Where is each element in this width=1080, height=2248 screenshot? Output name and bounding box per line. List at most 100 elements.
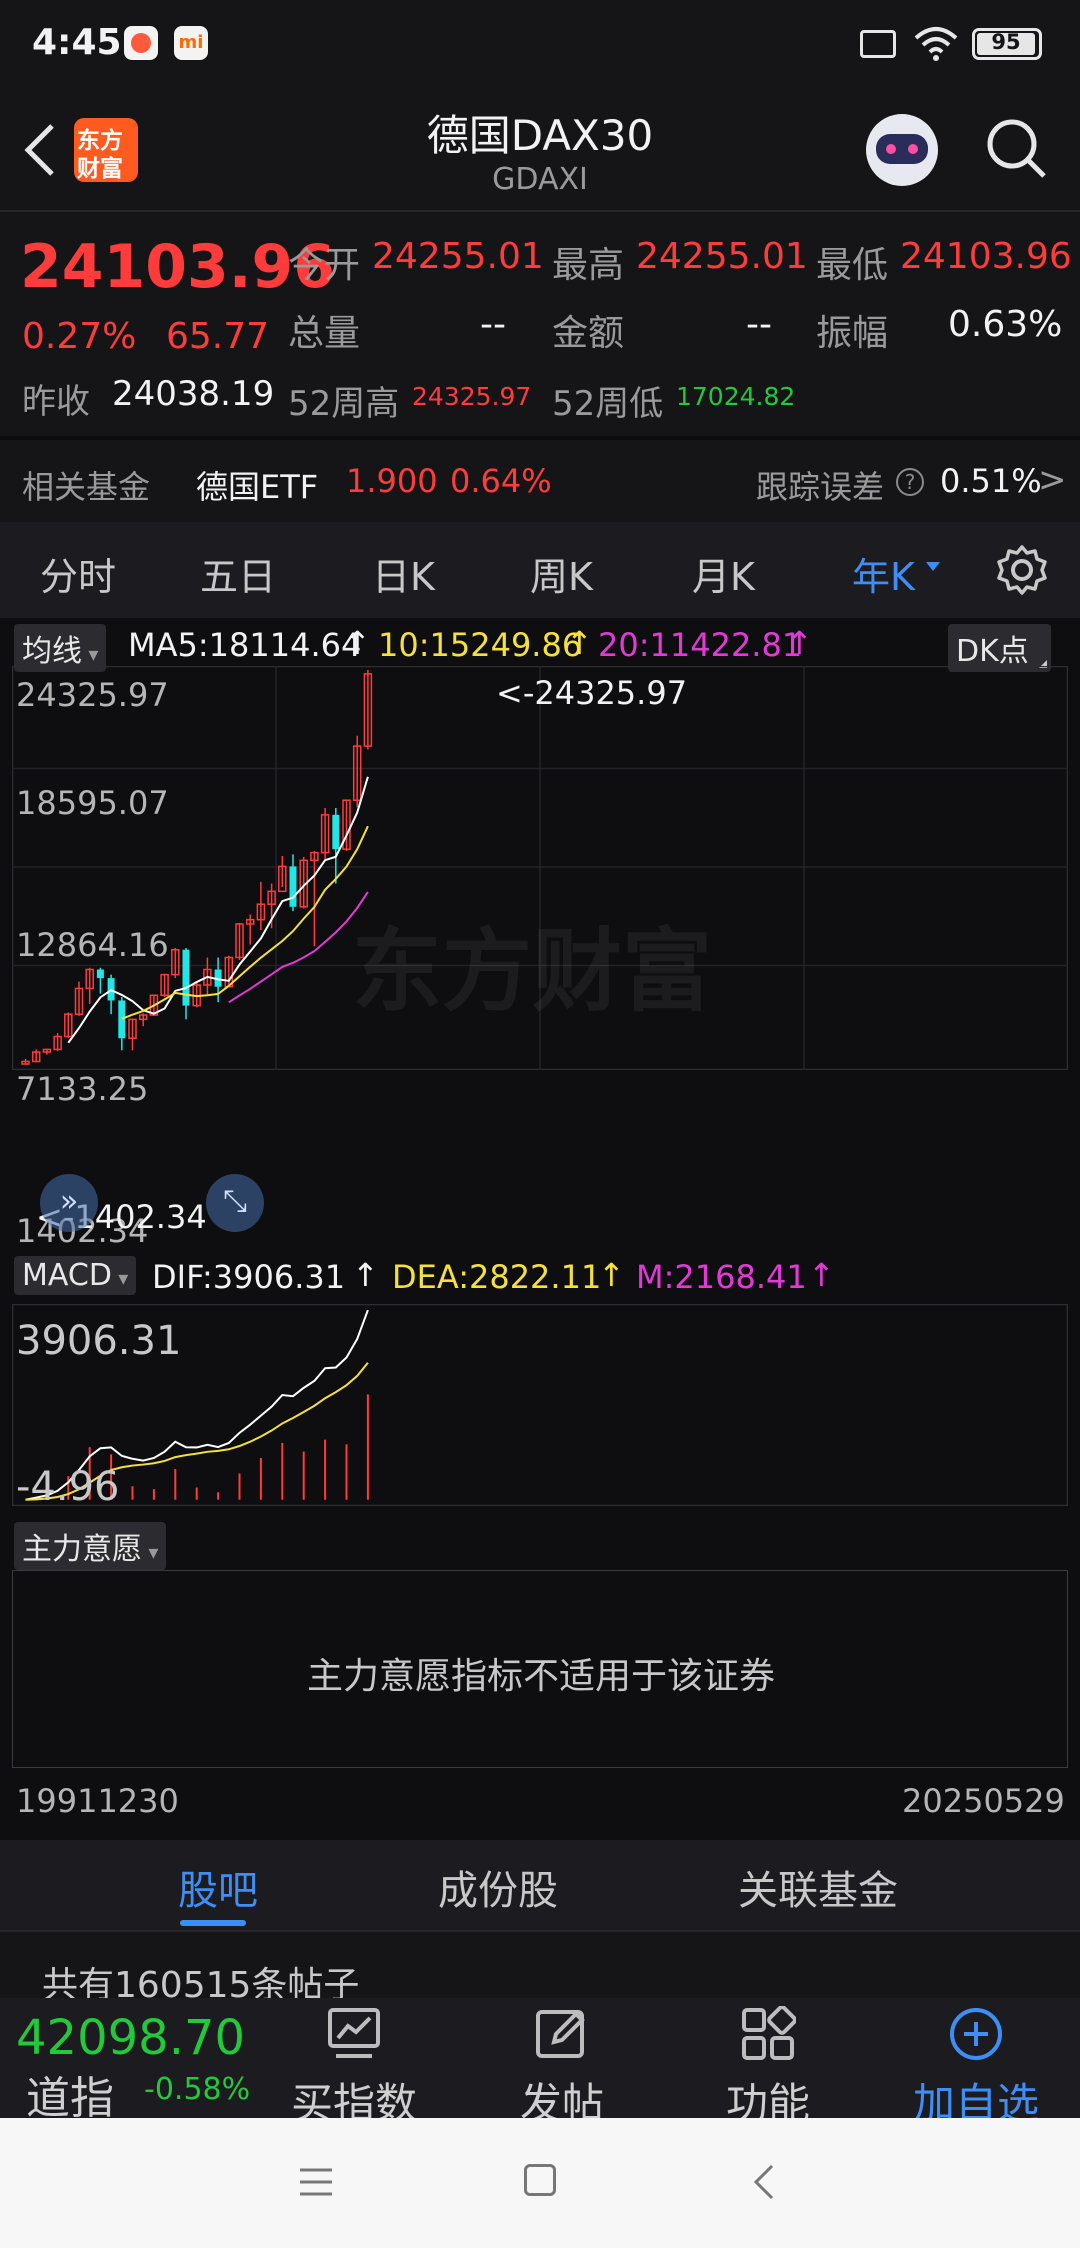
ma20-value: 20:11422.81 — [598, 626, 803, 664]
fullscreen-button[interactable]: ⤡ — [206, 1174, 264, 1232]
candle-body — [332, 814, 340, 850]
y-label-3: 12864.16 — [16, 926, 169, 964]
w52-low-value: 17024.82 — [676, 382, 796, 411]
mi-app-icon: mi — [174, 26, 208, 60]
date-end: 20250529 — [902, 1782, 1065, 1820]
watermark: 东方财富 — [352, 919, 712, 1024]
amount-label: 金额 — [552, 313, 625, 354]
buy-index-button[interactable]: 买指数 — [254, 1998, 454, 2128]
w52-high-value: 24325.97 — [412, 382, 532, 411]
w52-high-label: 52周高 — [288, 384, 400, 424]
tab-constituents[interactable]: 成份股 — [438, 1858, 558, 1916]
candle-body — [289, 866, 297, 907]
date-start: 19911230 — [16, 1782, 179, 1820]
y-label-4: 7133.25 — [16, 1070, 149, 1108]
scroll-left-button[interactable]: » — [40, 1174, 98, 1232]
back-nav-icon[interactable] — [752, 2162, 776, 2202]
tab-guba-underline — [180, 1920, 246, 1926]
tracking-error-value: 0.51% — [940, 462, 1042, 500]
wifi-icon — [914, 27, 958, 61]
battery-icon: 95 — [972, 28, 1042, 60]
plus-circle-icon — [950, 2008, 1002, 2060]
index-ticker[interactable]: 42098.70 道指 -0.58% — [0, 1998, 270, 2124]
chart-area[interactable]: 均线 ▾ MA5:18114.64 ↑ 10:15249.86 ↑ 20:114… — [0, 618, 1080, 1840]
fund-pct: 0.64% — [450, 462, 552, 500]
amount-value: -- — [746, 304, 772, 345]
open-label: 今开 — [288, 245, 361, 286]
tab-monthly-k[interactable]: 月K — [692, 546, 755, 601]
high-label: 最高 — [552, 245, 625, 286]
add-watchlist-button[interactable]: 加自选 — [876, 1998, 1076, 2128]
dea-arrow-icon: ↑ — [598, 1256, 625, 1294]
tab-related-funds[interactable]: 关联基金 — [738, 1858, 898, 1916]
m-value: M:2168.41 — [636, 1258, 807, 1296]
low-label: 最低 — [816, 245, 889, 286]
prev-close-label: 昨收 — [22, 382, 90, 422]
search-icon[interactable] — [984, 116, 1050, 182]
app-logo[interactable]: 东方 财富 — [74, 118, 138, 182]
tab-daily-k[interactable]: 日K — [372, 546, 435, 601]
w52-low-label: 52周低 — [552, 384, 664, 424]
related-fund-row[interactable]: 相关基金 德国ETF 1.900 0.64% 跟踪误差 ? 0.51% > — [0, 440, 1080, 520]
ma10-arrow-icon: ↑ — [566, 624, 593, 662]
status-bar: 4:45 mi 95 — [0, 0, 1080, 90]
index-pct: -0.58% — [144, 2072, 251, 2107]
grid-icon — [742, 2006, 796, 2060]
menu-icon[interactable] — [298, 2166, 334, 2198]
volume-label: 总量 — [288, 313, 361, 354]
posts-row: 共有160515条帖子 — [0, 1932, 1080, 2006]
main-force-indicator-tag[interactable]: 主力意愿 ▾ — [14, 1522, 167, 1570]
page-subtitle: GDAXI — [492, 162, 588, 197]
m-arrow-icon: ↑ — [808, 1256, 835, 1294]
ma5-arrow-icon: ↑ — [344, 624, 371, 662]
dk-tag-label: DK点 — [956, 634, 1029, 669]
tab-fenshi[interactable]: 分时 — [40, 546, 116, 601]
y-label-max: 24325.97 — [16, 676, 169, 714]
chevron-right-icon[interactable]: > — [1038, 460, 1067, 500]
main-force-panel: 主力意愿指标不适用于该证券 — [12, 1570, 1068, 1768]
tab-guba[interactable]: 股吧 — [178, 1858, 258, 1916]
amplitude-label: 振幅 — [816, 313, 889, 354]
candle-body — [96, 969, 104, 979]
macd-indicator-tag[interactable]: MACD ▾ — [14, 1256, 137, 1295]
ma-indicator-tag[interactable]: 均线 ▾ — [14, 624, 107, 672]
functions-button[interactable]: 功能 — [668, 1998, 868, 2128]
dea-value: DEA:2822.11 — [392, 1258, 602, 1296]
sim-icon — [860, 30, 896, 58]
edit-icon — [536, 2010, 585, 2058]
tab-weekly-k[interactable]: 周K — [530, 546, 593, 601]
high-value: 24255.01 — [636, 236, 808, 277]
period-tabs: 分时 五日 日K 周K 月K 年K — [0, 522, 1080, 618]
macd-tag-label: MACD — [22, 1258, 112, 1293]
home-icon[interactable] — [524, 2164, 556, 2196]
content-tabs: 股吧 成份股 关联基金 — [0, 1840, 1080, 1932]
back-icon[interactable] — [20, 120, 60, 180]
index-price: 42098.70 — [16, 2010, 246, 2066]
dropdown-caret-icon[interactable] — [926, 562, 940, 571]
battery-level: 95 — [991, 30, 1021, 54]
y-label-2: 18595.07 — [16, 784, 169, 822]
main-force-message: 主力意愿指标不适用于该证券 — [306, 1656, 775, 1697]
notification-app-icon — [124, 26, 158, 60]
post-button[interactable]: 发帖 — [462, 1998, 662, 2128]
tracking-error-label: 跟踪误差 — [756, 468, 885, 506]
help-icon[interactable]: ? — [896, 468, 924, 496]
dk-point-tag[interactable]: DK点 — [948, 624, 1051, 672]
macd-bottom-label: -4.96 — [16, 1464, 120, 1510]
fund-price: 1.900 — [346, 462, 438, 500]
prev-close-value: 24038.19 — [112, 374, 275, 414]
system-nav-bar — [0, 2118, 1080, 2248]
tab-yearly-k[interactable]: 年K — [852, 546, 915, 601]
tab-wuri[interactable]: 五日 — [200, 546, 276, 601]
index-name: 道指 — [26, 2073, 114, 2124]
settings-gear-icon[interactable] — [996, 544, 1048, 596]
fund-name[interactable]: 德国ETF — [196, 462, 318, 508]
fund-row-label: 相关基金 — [22, 468, 151, 506]
buy-index-chart-icon — [328, 2008, 380, 2058]
amplitude-value: 0.63% — [948, 304, 1063, 345]
robot-assistant-icon[interactable] — [866, 114, 938, 186]
volume-value: -- — [480, 304, 506, 345]
max-price-marker: <-24325.97 — [496, 674, 688, 712]
ma20-arrow-icon: ↑ — [786, 624, 813, 662]
ma10-line — [121, 825, 369, 1020]
